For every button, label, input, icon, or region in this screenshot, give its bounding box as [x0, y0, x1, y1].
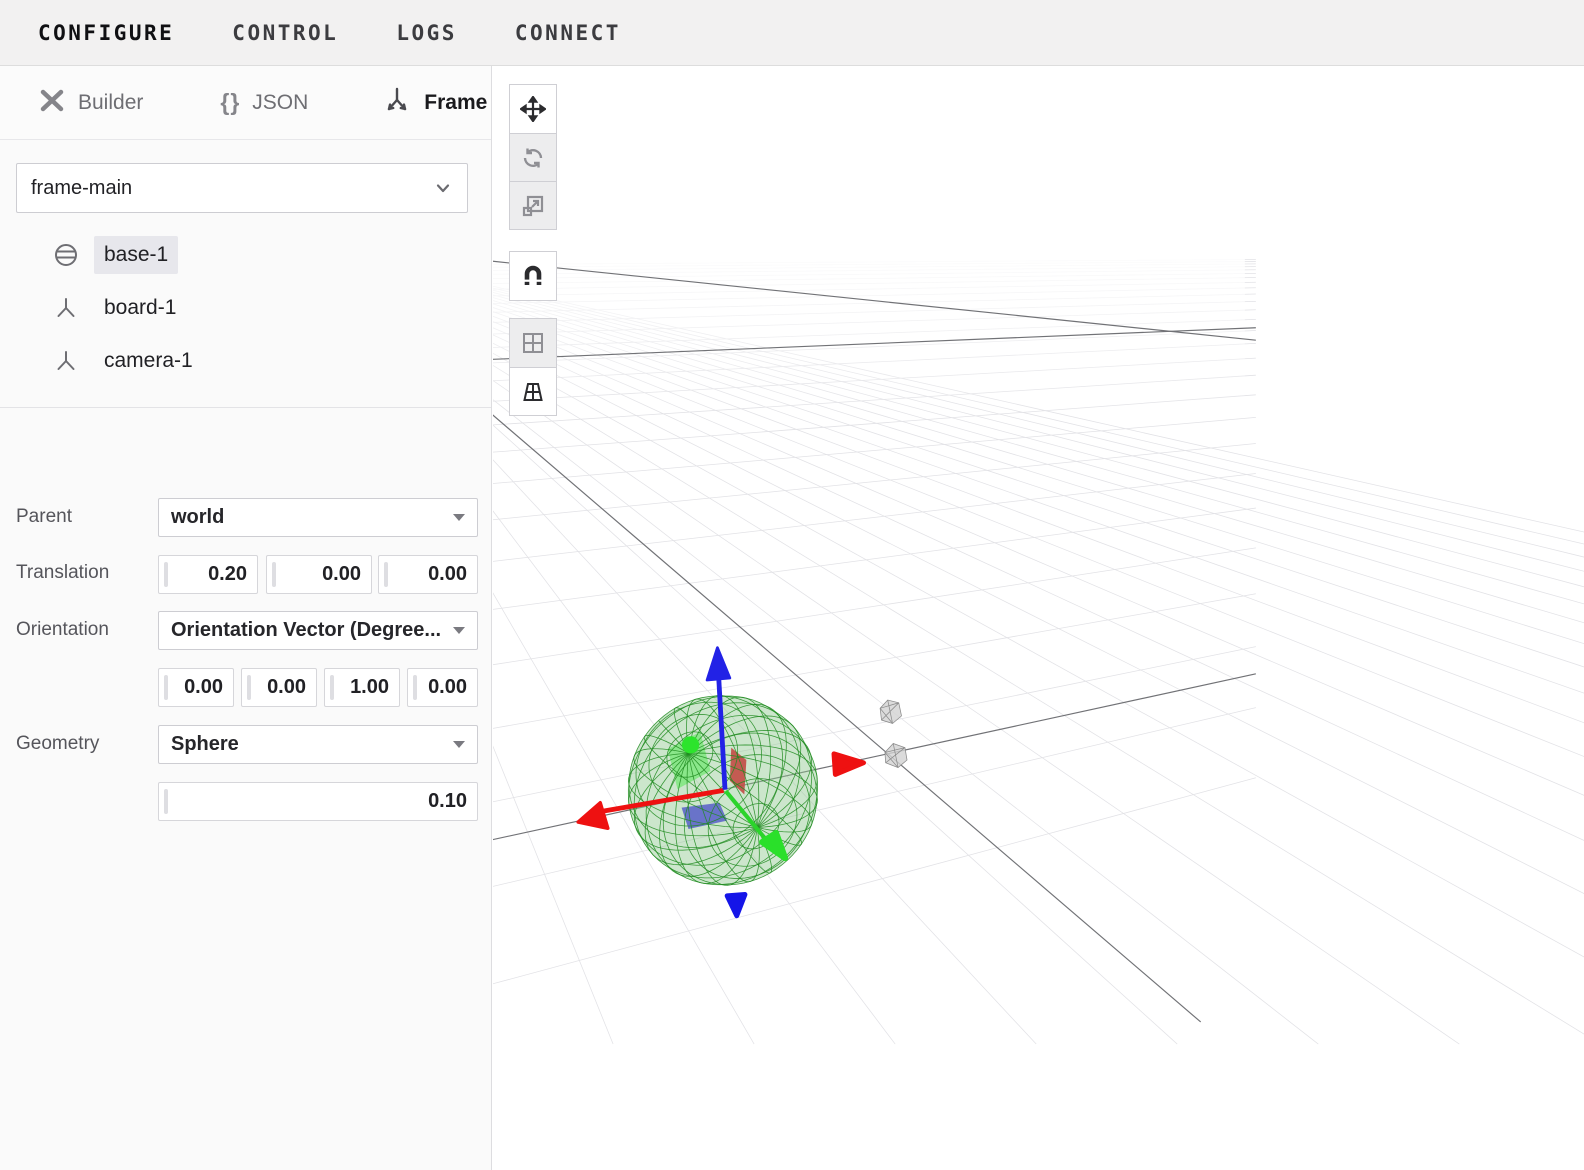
- geometry-radius-field: [158, 782, 478, 821]
- rotate-tool-button[interactable]: [510, 133, 556, 181]
- caret-down-icon: [453, 514, 465, 521]
- panel-divider: [0, 407, 491, 408]
- move-tool-button[interactable]: [510, 85, 556, 133]
- frame-icon: [52, 294, 80, 322]
- tab-frame-label: Frame: [424, 91, 487, 115]
- grid-quad-view-button[interactable]: [510, 319, 556, 367]
- gizmo-green-pole-handle[interactable]: [682, 736, 699, 753]
- tab-json-label: JSON: [252, 91, 308, 115]
- translation-x-field: [158, 555, 258, 594]
- frame-select-value: frame-main: [31, 177, 433, 200]
- magnet-icon: [520, 263, 546, 289]
- tools-icon: [38, 86, 66, 119]
- orientation-x-field: [158, 668, 234, 707]
- tree-item-camera-1[interactable]: camera-1: [52, 337, 491, 385]
- tab-json[interactable]: {} JSON: [220, 89, 308, 116]
- orientation-theta-field: [407, 668, 478, 707]
- translation-y-field: [266, 555, 372, 594]
- tab-builder[interactable]: Builder: [38, 86, 143, 119]
- parent-label: Parent: [16, 506, 72, 528]
- grid-perspective-view-button[interactable]: [510, 367, 556, 415]
- panel-tabs: Builder {} JSON Frame: [0, 66, 491, 140]
- nav-item-connect[interactable]: CONNECT: [515, 21, 621, 45]
- nav-item-configure[interactable]: CONFIGURE: [38, 21, 174, 45]
- orientation-label: Orientation: [16, 619, 109, 641]
- move-icon: [520, 96, 546, 122]
- geometry-label: Geometry: [16, 733, 99, 755]
- orientation-y-field: [241, 668, 317, 707]
- orientation-y-input[interactable]: [242, 669, 316, 706]
- tree-item-base-1[interactable]: base-1: [52, 231, 491, 279]
- geometry-radius-input[interactable]: [159, 783, 477, 820]
- orientation-theta-input[interactable]: [408, 669, 477, 706]
- rotate-icon: [520, 145, 546, 171]
- octahedron-marker[interactable]: [885, 743, 907, 767]
- orientation-x-input[interactable]: [159, 669, 233, 706]
- geometry-type-select[interactable]: Sphere: [158, 725, 478, 764]
- grid-quad-icon: [520, 330, 546, 356]
- scale-icon: [520, 193, 546, 219]
- geometry-type-value: Sphere: [171, 733, 445, 756]
- 3d-scene: [493, 66, 1584, 1170]
- axes-icon: [382, 85, 412, 120]
- tree-item-board-1[interactable]: board-1: [52, 284, 491, 332]
- world-x-axis-cone: [834, 754, 864, 775]
- gizmo-x-axis-arrowhead[interactable]: [578, 803, 608, 829]
- frame-tree: base-1 board-1: [0, 226, 491, 390]
- translation-x-input[interactable]: [159, 556, 257, 593]
- viewport-toolbar: [509, 84, 557, 416]
- tab-builder-label: Builder: [78, 91, 143, 115]
- frame-icon: [52, 347, 80, 375]
- braces-icon: {}: [220, 89, 240, 116]
- nav-item-logs[interactable]: LOGS: [396, 21, 457, 45]
- sphere-icon: [52, 241, 80, 269]
- translation-y-input[interactable]: [267, 556, 371, 593]
- nav-item-control[interactable]: CONTROL: [232, 21, 338, 45]
- translation-z-field: [378, 555, 478, 594]
- octahedron-marker[interactable]: [880, 700, 901, 723]
- tree-item-label: base-1: [94, 236, 178, 274]
- world-z-axis-cone: [727, 894, 745, 915]
- gizmo-z-axis-arrowhead[interactable]: [707, 648, 730, 680]
- parent-select[interactable]: world: [158, 498, 478, 537]
- parent-select-value: world: [171, 506, 445, 529]
- frame-select[interactable]: frame-main: [16, 163, 468, 213]
- config-side-panel: Builder {} JSON Frame frame: [0, 66, 492, 1170]
- translation-label: Translation: [16, 562, 109, 584]
- caret-down-icon: [453, 741, 465, 748]
- snap-magnet-button[interactable]: [510, 252, 556, 300]
- orientation-z-field: [324, 668, 400, 707]
- tree-item-label: camera-1: [94, 342, 203, 380]
- chevron-down-icon: [433, 178, 453, 198]
- grid-perspective-icon: [520, 379, 546, 405]
- top-nav: CONFIGURE CONTROL LOGS CONNECT: [0, 0, 1584, 66]
- orientation-z-input[interactable]: [325, 669, 399, 706]
- caret-down-icon: [453, 627, 465, 634]
- 3d-viewport[interactable]: [493, 66, 1584, 1170]
- tab-frame[interactable]: Frame: [382, 85, 487, 120]
- scale-tool-button[interactable]: [510, 181, 556, 229]
- orientation-type-value: Orientation Vector (Degree...: [171, 619, 445, 642]
- orientation-type-select[interactable]: Orientation Vector (Degree...: [158, 611, 478, 650]
- translation-z-input[interactable]: [379, 556, 477, 593]
- tree-item-label: board-1: [94, 289, 186, 327]
